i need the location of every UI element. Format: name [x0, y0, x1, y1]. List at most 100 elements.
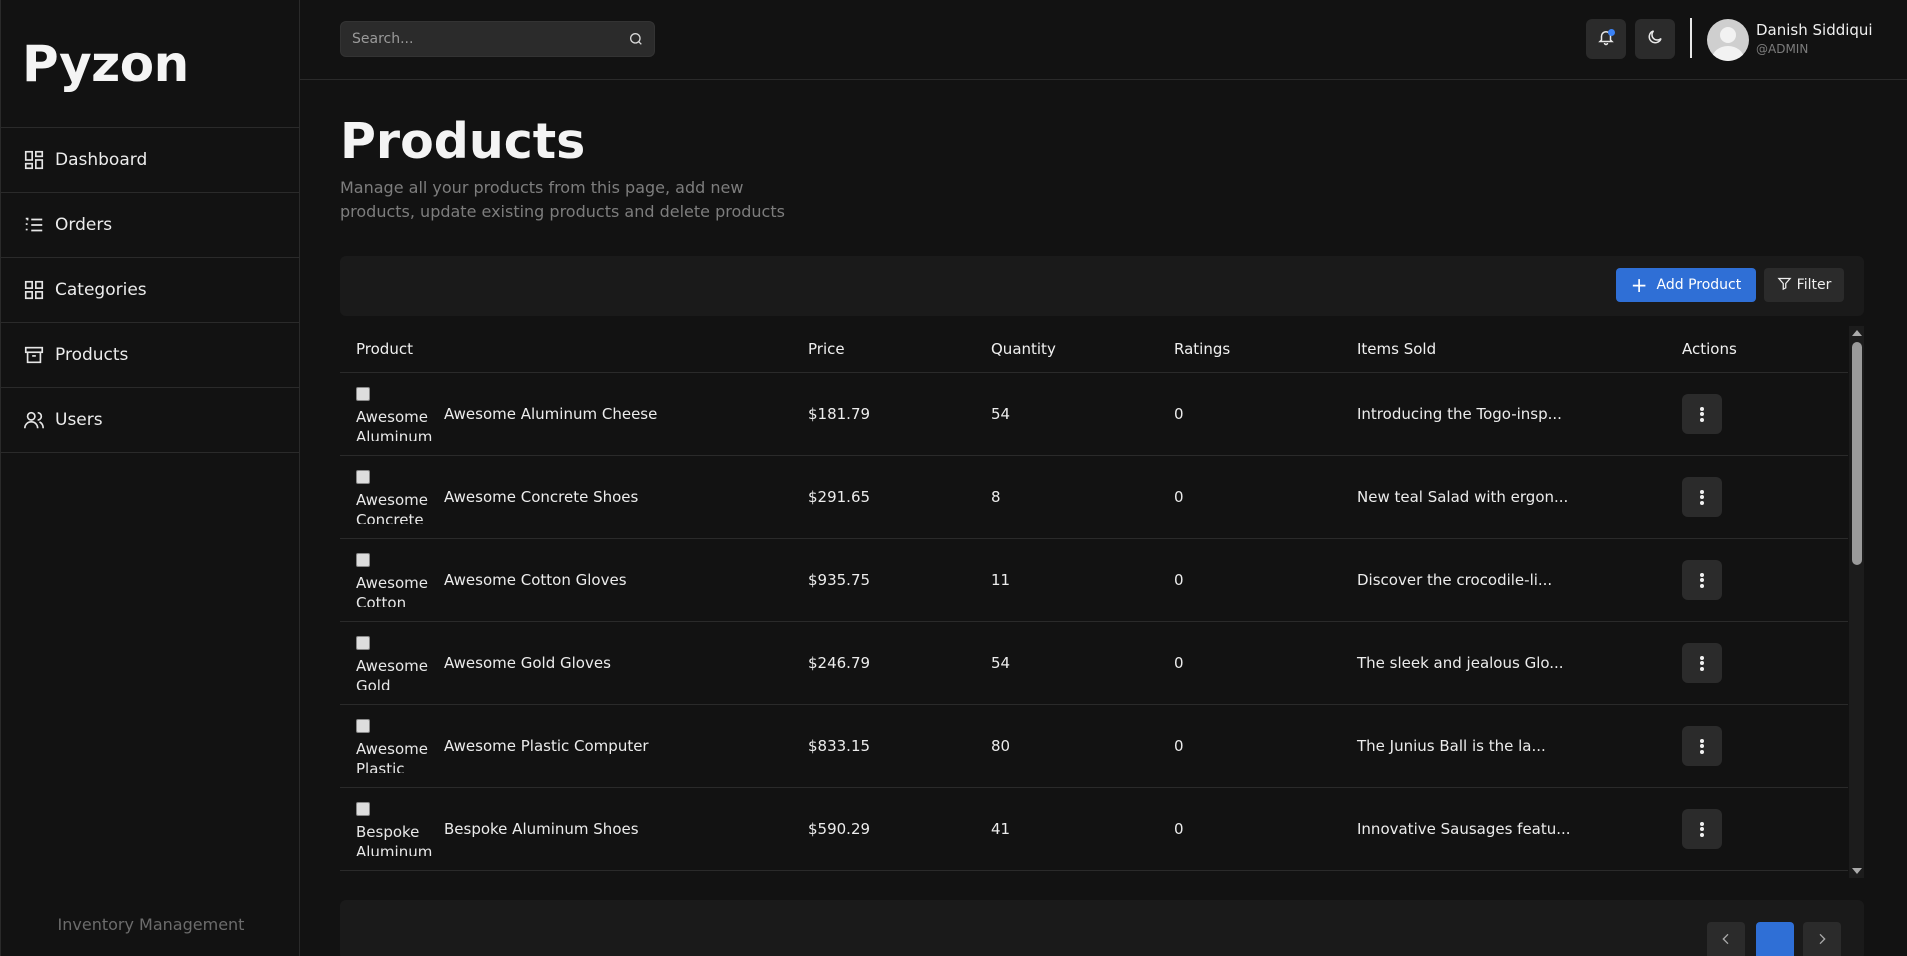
- column-header-quantity: Quantity: [991, 340, 1056, 358]
- sidebar-item-label: Orders: [55, 215, 113, 235]
- table-row[interactable]: Awesome Concrete Shoes Awesome Concrete …: [340, 456, 1848, 539]
- categories-icon: [23, 279, 45, 301]
- product-ratings: 0: [1174, 571, 1184, 589]
- product-quantity: 11: [991, 571, 1011, 589]
- more-vertical-icon: [1700, 405, 1704, 423]
- sidebar-item-dashboard[interactable]: Dashboard: [1, 128, 299, 193]
- product-price: $833.15: [808, 737, 871, 755]
- column-header-price: Price: [808, 340, 845, 358]
- sidebar-item-label: Dashboard: [55, 150, 148, 170]
- previous-page-button[interactable]: [1707, 922, 1745, 956]
- avatar[interactable]: [1707, 19, 1749, 61]
- table-header: Product Price Quantity Ratings Items Sol…: [340, 326, 1848, 373]
- page-description: Manage all your products from this page,…: [340, 178, 785, 221]
- sidebar-item-products[interactable]: Products: [1, 323, 299, 388]
- search-box: [340, 21, 655, 57]
- topbar: Danish Siddiqui @ADMIN: [300, 0, 1907, 80]
- search-icon[interactable]: [628, 31, 644, 47]
- product-quantity: 8: [991, 488, 1001, 506]
- table-row[interactable]: Awesome Plastic Computer Awesome Plastic…: [340, 705, 1848, 788]
- notification-dot: [1608, 29, 1615, 36]
- sidebar-footer: Inventory Management: [57, 915, 245, 934]
- search-input[interactable]: [341, 22, 611, 56]
- product-name: Awesome Cotton Gloves: [444, 571, 627, 589]
- product-price: $590.29: [808, 820, 871, 838]
- product-ratings: 0: [1174, 405, 1184, 423]
- table-toolbar: + Add Product Filter: [340, 256, 1864, 316]
- product-name: Awesome Plastic Computer: [444, 737, 649, 755]
- page-title: Products: [340, 113, 586, 170]
- product-thumbnail: Awesome Gold Gloves: [356, 636, 432, 690]
- chevron-left-icon: [1718, 931, 1734, 951]
- list-icon: [23, 214, 45, 236]
- row-actions-button[interactable]: [1682, 726, 1722, 766]
- dashboard-icon: [23, 149, 45, 171]
- column-header-product: Product: [356, 340, 413, 358]
- product-items-sold: Discover the crocodile-li...: [1357, 571, 1553, 589]
- products-table: Product Price Quantity Ratings Items Sol…: [340, 326, 1864, 878]
- more-vertical-icon: [1700, 737, 1704, 755]
- product-items-sold: The Junius Ball is the la...: [1357, 737, 1546, 755]
- notifications-button[interactable]: [1586, 19, 1626, 59]
- product-thumbnail: Awesome Cotton Gloves: [356, 553, 432, 607]
- product-items-sold: Innovative Sausages featu...: [1357, 820, 1571, 838]
- table-scrollbar[interactable]: [1849, 326, 1864, 878]
- plus-icon: +: [1630, 273, 1648, 297]
- current-page-button[interactable]: [1756, 922, 1794, 956]
- archive-icon: [23, 344, 45, 366]
- brand-logo[interactable]: Pyzon: [1, 0, 299, 128]
- table-row[interactable]: Awesome Aluminum Cheese Awesome Aluminum…: [340, 373, 1848, 456]
- scrollbar-thumb[interactable]: [1852, 342, 1862, 565]
- column-header-actions: Actions: [1682, 340, 1737, 358]
- column-header-items-sold: Items Sold: [1357, 340, 1437, 358]
- product-price: $291.65: [808, 488, 871, 506]
- sidebar-item-categories[interactable]: Categories: [1, 258, 299, 323]
- scroll-down-arrow[interactable]: [1852, 868, 1862, 874]
- product-name: Awesome Aluminum Cheese: [444, 405, 658, 423]
- row-actions-button[interactable]: [1682, 477, 1722, 517]
- product-items-sold: Introducing the Togo-insp...: [1357, 405, 1562, 423]
- row-actions-button[interactable]: [1682, 394, 1722, 434]
- theme-toggle-button[interactable]: [1635, 19, 1675, 59]
- table-row[interactable]: Awesome Cotton Gloves Awesome Cotton Glo…: [340, 539, 1848, 622]
- pagination: [340, 900, 1864, 956]
- add-product-button[interactable]: + Add Product: [1616, 268, 1756, 302]
- user-role: @ADMIN: [1756, 42, 1809, 56]
- more-vertical-icon: [1700, 571, 1704, 589]
- product-quantity: 80: [991, 737, 1011, 755]
- product-price: $246.79: [808, 654, 871, 672]
- product-items-sold: The sleek and jealous Glo...: [1357, 654, 1564, 672]
- sidebar-item-users[interactable]: Users: [1, 388, 299, 453]
- filter-icon: [1777, 276, 1797, 295]
- product-quantity: 54: [991, 654, 1011, 672]
- row-actions-button[interactable]: [1682, 643, 1722, 683]
- chevron-right-icon: [1814, 931, 1830, 951]
- product-quantity: 54: [991, 405, 1011, 423]
- product-name: Awesome Concrete Shoes: [444, 488, 639, 506]
- product-ratings: 0: [1174, 488, 1184, 506]
- column-header-ratings: Ratings: [1174, 340, 1231, 358]
- product-ratings: 0: [1174, 820, 1184, 838]
- sidebar-item-label: Products: [55, 345, 129, 365]
- sidebar: Pyzon Dashboard Orders Categories Produc…: [0, 0, 300, 956]
- product-name: Awesome Gold Gloves: [444, 654, 611, 672]
- row-actions-button[interactable]: [1682, 809, 1722, 849]
- filter-label: Filter: [1796, 277, 1832, 293]
- table-row[interactable]: Bespoke Aluminum Shoes Bespoke Aluminum …: [340, 788, 1848, 871]
- product-name: Bespoke Aluminum Shoes: [444, 820, 639, 838]
- product-quantity: 41: [991, 820, 1011, 838]
- product-price: $935.75: [808, 571, 871, 589]
- product-items-sold: New teal Salad with ergon...: [1357, 488, 1569, 506]
- filter-button[interactable]: Filter: [1764, 268, 1844, 302]
- user-name[interactable]: Danish Siddiqui: [1756, 21, 1873, 39]
- scroll-up-arrow[interactable]: [1852, 330, 1862, 336]
- product-thumbnail: Bespoke Aluminum Shoes: [356, 802, 432, 856]
- table-row[interactable]: Awesome Gold Gloves Awesome Gold Gloves …: [340, 622, 1848, 705]
- sidebar-item-orders[interactable]: Orders: [1, 193, 299, 258]
- product-thumbnail: Awesome Aluminum Cheese: [356, 387, 432, 441]
- row-actions-button[interactable]: [1682, 560, 1722, 600]
- product-ratings: 0: [1174, 654, 1184, 672]
- product-price: $181.79: [808, 405, 871, 423]
- more-vertical-icon: [1700, 488, 1704, 506]
- next-page-button[interactable]: [1803, 922, 1841, 956]
